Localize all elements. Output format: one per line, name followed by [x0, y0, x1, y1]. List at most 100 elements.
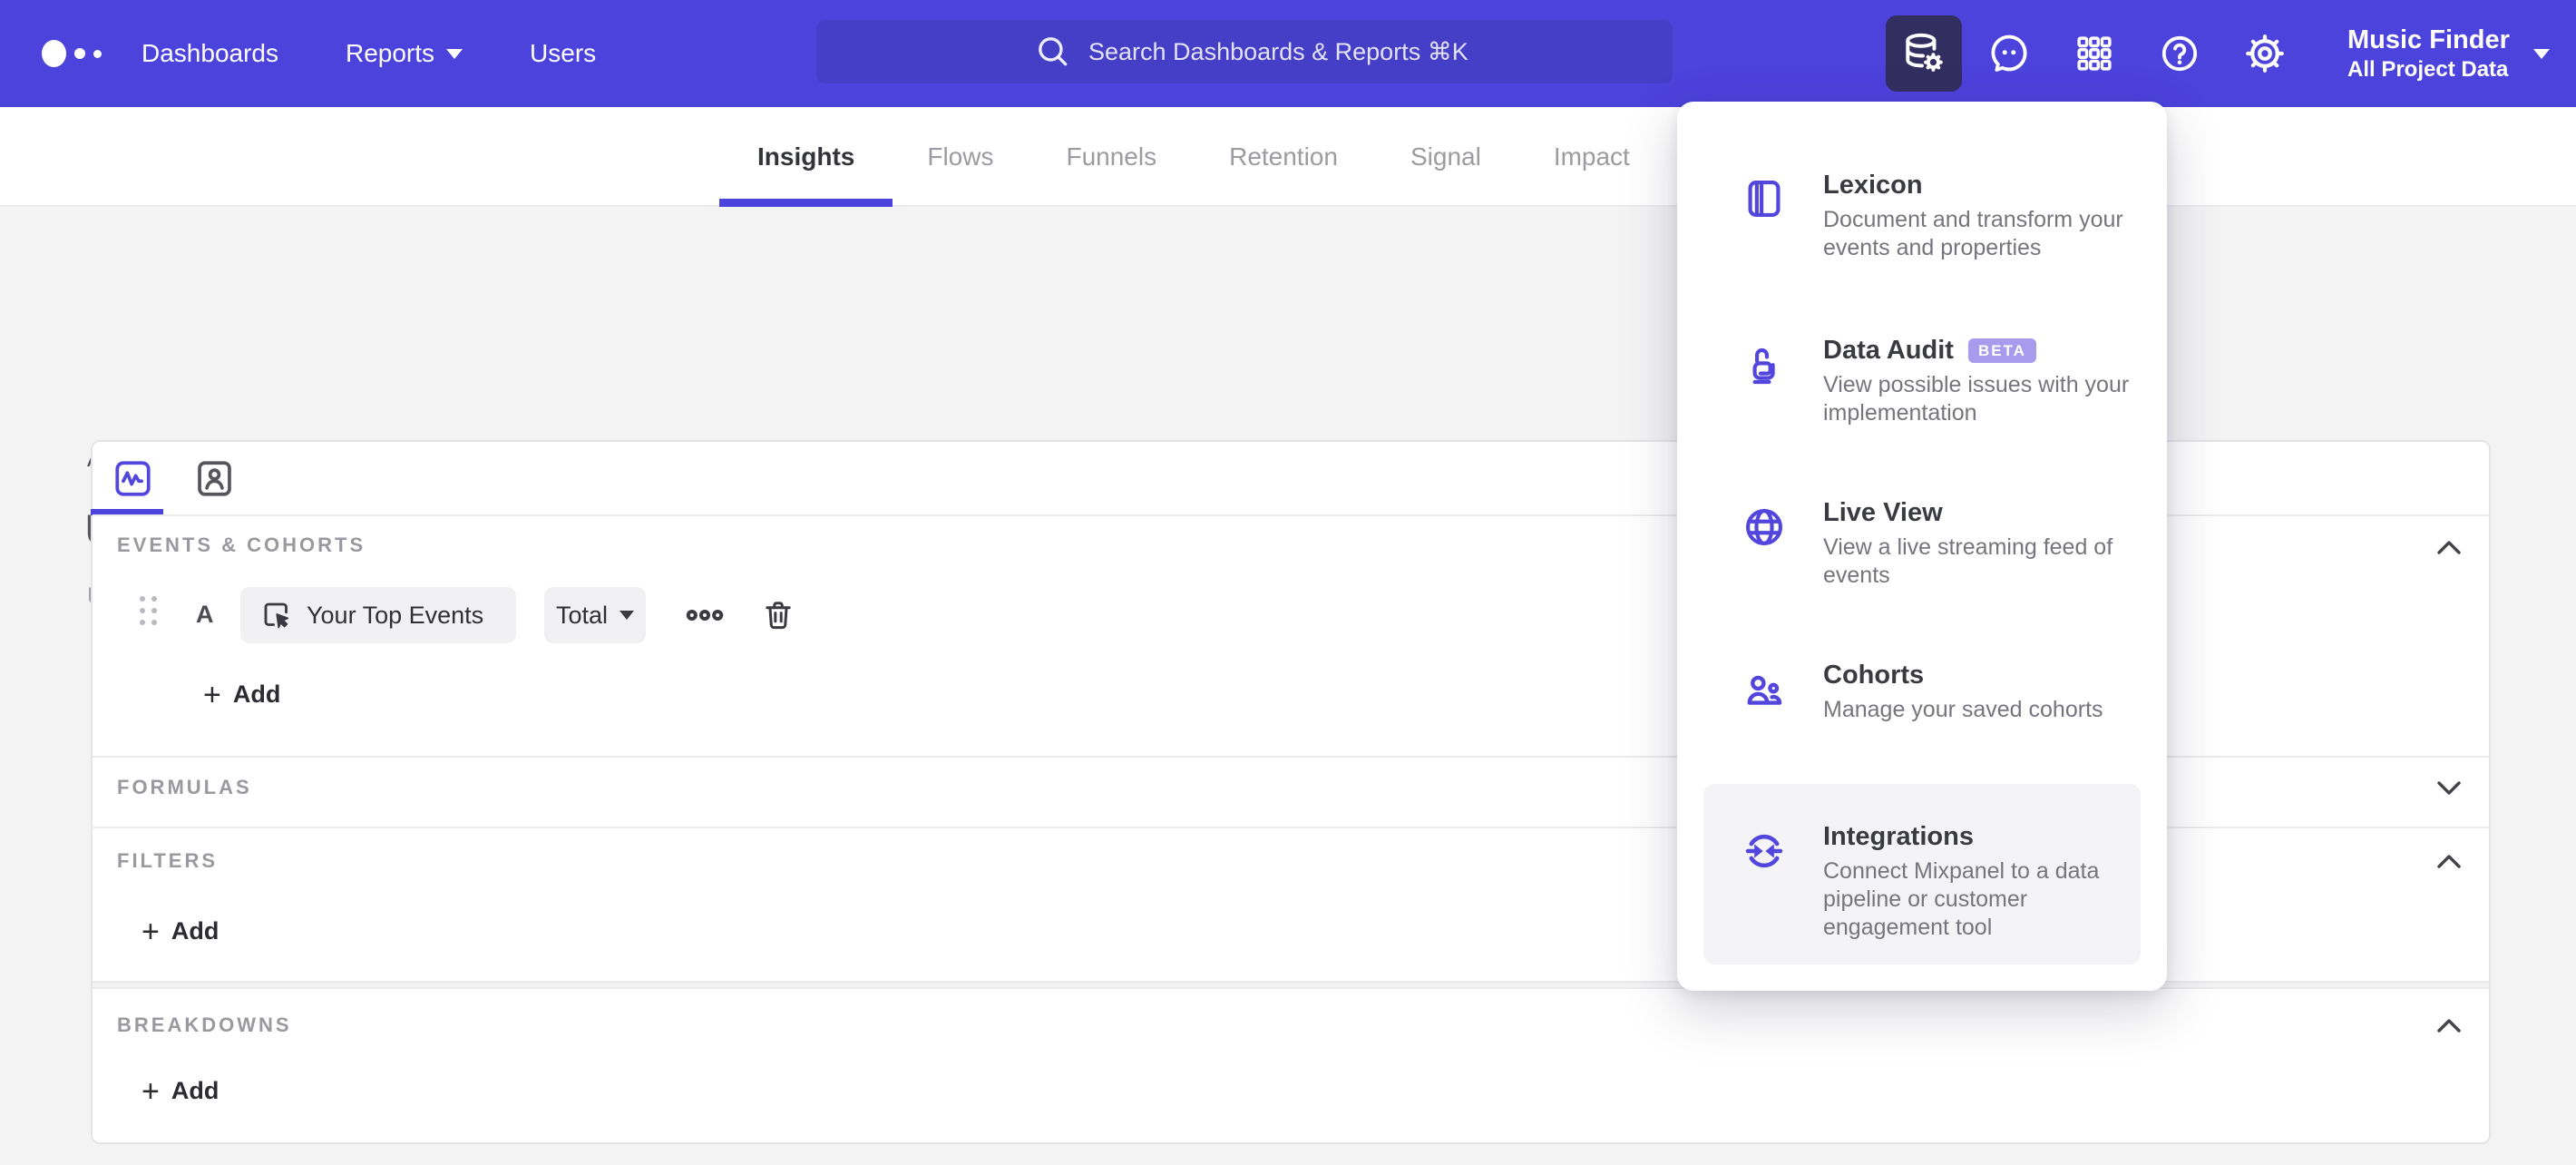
live-view-title: Live View [1823, 498, 1943, 527]
menu-item-text: Data Audit BETA View possible issues with… [1823, 334, 2152, 427]
beta-badge: BETA [1967, 338, 2036, 363]
chevron-down-icon [620, 611, 635, 620]
apps-grid-button[interactable] [2056, 15, 2132, 92]
tab-flows[interactable]: Flows [927, 107, 993, 207]
menu-item-text: Integrations Connect Mixpanel to a data … [1823, 820, 2136, 942]
drag-handle[interactable] [140, 596, 158, 629]
delete-row-trash-icon[interactable] [761, 587, 795, 643]
metrics-view-tab[interactable] [112, 457, 154, 500]
settings-button[interactable] [2227, 15, 2303, 92]
event-selector-button[interactable]: Your Top Events [240, 587, 516, 643]
tab-retention-label: Retention [1229, 142, 1338, 171]
menu-item-text: Cohorts Manage your saved cohorts [1823, 659, 2103, 724]
add-filter-label: Add [171, 917, 220, 945]
formulas-section-label: FORMULAS [117, 776, 252, 798]
event-name: Your Top Events [307, 601, 484, 629]
integrations-description: Connect Mixpanel to a data pipeline or c… [1823, 858, 2100, 940]
plus-icon: + [203, 677, 221, 712]
primary-nav: Dashboards Reports Users [141, 0, 596, 107]
top-navigation-bar: Dashboards Reports Users Search Dashboar… [0, 0, 2576, 107]
menu-item-data-audit[interactable]: Data Audit BETA View possible issues with… [1742, 334, 2152, 427]
data-audit-description: View possible issues with your implement… [1823, 372, 2130, 426]
nav-users-label: Users [530, 39, 597, 67]
filters-section-label: FILTERS [117, 849, 219, 872]
cohorts-description: Manage your saved cohorts [1823, 697, 2103, 722]
report-tabs: Insights Flows Funnels Retention Signal … [718, 107, 1630, 207]
tab-impact-label: Impact [1553, 142, 1630, 171]
apps-grid-icon [2077, 36, 2112, 71]
nav-dashboards[interactable]: Dashboards [141, 39, 278, 68]
row-more-options-icon[interactable] [684, 587, 726, 643]
collapse-breakdowns-chevron-up-icon[interactable] [2435, 1017, 2464, 1034]
profiles-view-tab[interactable] [193, 457, 236, 500]
cursor-click-icon [264, 602, 289, 629]
add-event-button[interactable]: + Add [203, 677, 281, 712]
search-input[interactable]: Search Dashboards & Reports ⌘K [816, 20, 1673, 83]
add-filter-button[interactable]: + Add [141, 914, 220, 949]
data-audit-title: Data Audit [1823, 336, 1954, 365]
breakdowns-section-label: BREAKDOWNS [117, 1013, 292, 1036]
lexicon-title: Lexicon [1823, 171, 1923, 200]
data-management-dropdown: Lexicon Document and transform your even… [1677, 102, 2167, 991]
add-event-label: Add [232, 680, 281, 708]
series-letter: A [196, 601, 214, 628]
search-icon [1039, 37, 1068, 66]
collapse-events-chevron-up-icon[interactable] [2435, 539, 2464, 556]
topbar-icon-group [1886, 0, 2312, 107]
nav-dashboards-label: Dashboards [141, 39, 278, 67]
tab-impact[interactable]: Impact [1554, 107, 1630, 207]
metric-selector-button[interactable]: Total [544, 587, 646, 643]
plus-icon: + [141, 1073, 160, 1109]
project-scope: All Project Data [2347, 57, 2509, 82]
project-selector[interactable]: Music Finder All Project Data [2347, 0, 2550, 107]
report-tabstrip: Insights Flows Funnels Retention Signal … [0, 107, 2576, 207]
report-header: Analyze Uniques byUser Untitled Insights… [0, 207, 2576, 610]
lexicon-book-icon [1748, 181, 1781, 218]
tab-funnels[interactable]: Funnels [1066, 107, 1156, 207]
plus-icon: + [141, 914, 160, 949]
tab-retention[interactable]: Retention [1229, 107, 1338, 207]
question-circle-icon [2161, 35, 2198, 72]
project-selector-labels: Music Finder All Project Data [2347, 24, 2510, 83]
add-breakdown-button[interactable]: + Add [141, 1073, 220, 1109]
collapse-filters-chevron-up-icon[interactable] [2435, 853, 2464, 870]
help-button[interactable] [2142, 15, 2218, 92]
integrations-title: Integrations [1823, 822, 1974, 851]
tab-insights[interactable]: Insights [718, 107, 893, 207]
add-breakdown-label: Add [171, 1077, 220, 1104]
menu-item-live-view[interactable]: Live View View a live streaming feed of … [1742, 496, 2152, 590]
menu-item-text: Live View View a live streaming feed of … [1823, 496, 2152, 590]
nav-reports[interactable]: Reports [346, 39, 463, 68]
nav-reports-label: Reports [345, 39, 435, 67]
mixpanel-logo-icon[interactable] [42, 0, 102, 107]
gear-icon [2246, 34, 2284, 73]
mixpanel-app: Dashboards Reports Users Search Dashboar… [0, 0, 2576, 1165]
feedback-button[interactable] [1971, 15, 2047, 92]
chevron-down-icon [2532, 48, 2550, 59]
expand-formulas-chevron-down-icon[interactable] [2435, 779, 2464, 797]
data-audit-clip-icon [1752, 348, 1775, 385]
menu-item-integrations[interactable]: Integrations Connect Mixpanel to a data … [1742, 820, 2152, 942]
speech-bubble-eyes-icon [1991, 34, 2027, 72]
database-gear-icon [1906, 33, 1943, 72]
tab-insights-label: Insights [757, 142, 855, 171]
menu-item-text: Lexicon Document and transform your even… [1823, 169, 2152, 262]
metric-name: Total [555, 601, 609, 629]
project-name: Music Finder [2347, 25, 2510, 54]
integrations-sync-icon [1745, 834, 1783, 868]
chevron-down-icon [446, 48, 463, 59]
tab-funnels-label: Funnels [1066, 142, 1157, 171]
lexicon-description: Document and transform your events and p… [1823, 207, 2123, 260]
cohorts-title: Cohorts [1823, 661, 1925, 690]
live-view-description: View a live streaming feed of events [1823, 534, 2113, 588]
tab-signal-label: Signal [1410, 142, 1481, 171]
events-cohorts-section-label: EVENTS & COHORTS [117, 534, 366, 556]
nav-users[interactable]: Users [530, 39, 596, 68]
tab-flows-label: Flows [927, 142, 994, 171]
menu-item-cohorts[interactable]: Cohorts Manage your saved cohorts [1742, 659, 2152, 724]
tab-signal[interactable]: Signal [1410, 107, 1481, 207]
cohorts-people-icon [1747, 675, 1782, 705]
menu-item-lexicon[interactable]: Lexicon Document and transform your even… [1742, 169, 2152, 262]
data-management-button[interactable] [1886, 15, 1962, 92]
globe-icon [1745, 508, 1783, 546]
